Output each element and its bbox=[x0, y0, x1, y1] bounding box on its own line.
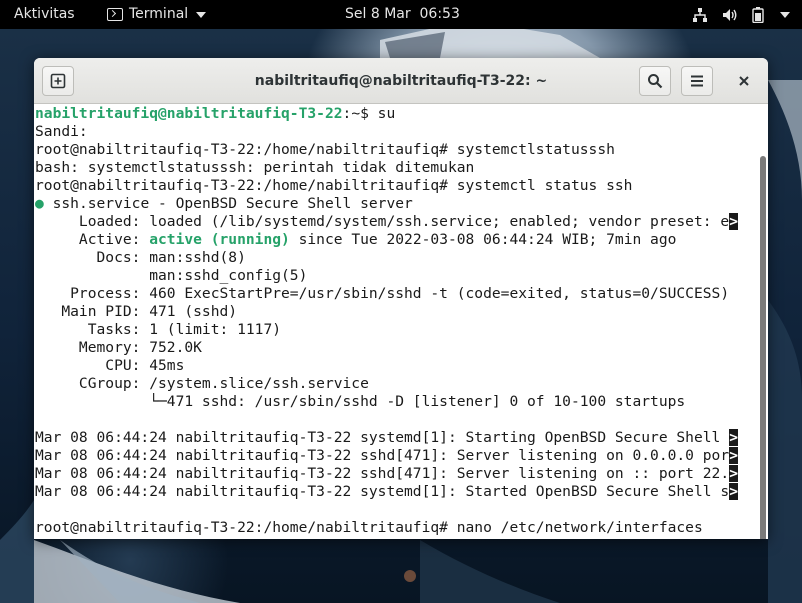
terminal-line: root@nabiltritaufiq-T3-22:/home/nabiltri… bbox=[35, 141, 615, 158]
top-bar: Aktivitas Terminal Sel 8 Mar 06:53 bbox=[0, 0, 802, 29]
log-text: Mar 08 06:44:24 nabiltritaufiq-T3-22 sys… bbox=[35, 429, 730, 446]
battery-icon bbox=[752, 6, 764, 23]
scrollbar[interactable] bbox=[760, 156, 766, 539]
app-menu-button[interactable]: Terminal bbox=[107, 0, 207, 29]
terminal-line: Loaded: loaded (/lib/systemd/system/ssh.… bbox=[35, 213, 755, 231]
volume-icon bbox=[723, 8, 737, 21]
terminal-output[interactable]: nabiltritaufiq@nabiltritaufiq-T3-22:~$ s… bbox=[34, 105, 768, 539]
hamburger-menu-icon bbox=[691, 75, 703, 87]
terminal-icon bbox=[107, 8, 123, 21]
truncation-marker: > bbox=[729, 447, 739, 464]
terminal-line: Active: active (running) since Tue 2022-… bbox=[35, 231, 755, 249]
terminal-line: Tasks: 1 (limit: 1117) bbox=[35, 321, 282, 338]
terminal-line: ● ssh.service - OpenBSD Secure Shell ser… bbox=[35, 195, 755, 213]
terminal-line: Mar 08 06:44:24 nabiltritaufiq-T3-22 sys… bbox=[35, 483, 755, 501]
chevron-down-icon bbox=[780, 11, 790, 18]
terminal-line: CGroup: /system.slice/ssh.service bbox=[35, 375, 369, 392]
truncation-marker: > bbox=[729, 483, 739, 500]
loaded-text: Loaded: loaded (/lib/systemd/system/ssh.… bbox=[35, 213, 730, 230]
search-icon bbox=[648, 74, 663, 89]
new-tab-icon bbox=[50, 73, 66, 89]
close-icon bbox=[739, 76, 749, 86]
new-tab-button[interactable] bbox=[42, 66, 74, 96]
terminal-window: nabiltritaufiq@nabiltritaufiq-T3-22: ~ n… bbox=[34, 58, 768, 539]
terminal-line: Mar 08 06:44:24 nabiltritaufiq-T3-22 ssh… bbox=[35, 465, 755, 483]
truncation-marker: > bbox=[729, 429, 739, 446]
terminal-line: man:sshd_config(5) bbox=[35, 267, 308, 284]
terminal-line: Mar 08 06:44:24 nabiltritaufiq-T3-22 sys… bbox=[35, 429, 755, 447]
terminal-line: Docs: man:sshd(8) bbox=[35, 249, 246, 266]
terminal-line: Main PID: 471 (sshd) bbox=[35, 303, 238, 320]
service-name: ssh.service - OpenBSD Secure Shell serve… bbox=[43, 195, 413, 212]
terminal-line: root@nabiltritaufiq-T3-22:/home/nabiltri… bbox=[35, 177, 633, 194]
prompt-user-host: nabiltritaufiq@nabiltritaufiq-T3-22 bbox=[35, 105, 343, 122]
log-text: Mar 08 06:44:24 nabiltritaufiq-T3-22 ssh… bbox=[35, 465, 730, 482]
terminal-line: Sandi: bbox=[35, 123, 88, 140]
terminal-line: Mar 08 06:44:24 nabiltritaufiq-T3-22 ssh… bbox=[35, 447, 755, 465]
truncation-marker: > bbox=[729, 465, 739, 482]
status-dot: ● bbox=[35, 195, 44, 212]
prompt-command: :~$ su bbox=[342, 105, 396, 122]
header-bar: nabiltritaufiq@nabiltritaufiq-T3-22: ~ bbox=[34, 58, 768, 104]
close-button[interactable] bbox=[728, 66, 760, 96]
terminal-line: CPU: 45ms bbox=[35, 357, 185, 374]
terminal-line: └─471 sshd: /usr/sbin/sshd -D [listener]… bbox=[35, 393, 686, 410]
network-icon bbox=[693, 7, 707, 22]
terminal-line: Memory: 752.0K bbox=[35, 339, 202, 356]
terminal-line: nabiltritaufiq@nabiltritaufiq-T3-22:~$ s… bbox=[35, 105, 755, 123]
system-tray[interactable] bbox=[692, 0, 790, 29]
log-text: Mar 08 06:44:24 nabiltritaufiq-T3-22 sys… bbox=[35, 483, 730, 500]
active-status: active (running) bbox=[149, 231, 290, 248]
terminal-line: bash: systemctlstatusssh: perintah tidak… bbox=[35, 159, 475, 176]
chevron-down-icon bbox=[196, 11, 207, 18]
activities-button[interactable]: Aktivitas bbox=[14, 0, 75, 29]
active-label: Active: bbox=[35, 231, 150, 248]
truncation-marker: > bbox=[729, 213, 739, 230]
search-button[interactable] bbox=[639, 66, 671, 96]
terminal-line: Process: 460 ExecStartPre=/usr/sbin/sshd… bbox=[35, 285, 730, 302]
app-menu-label: Terminal bbox=[129, 6, 189, 22]
log-text: Mar 08 06:44:24 nabiltritaufiq-T3-22 ssh… bbox=[35, 447, 730, 464]
terminal-line: root@nabiltritaufiq-T3-22:/home/nabiltri… bbox=[35, 519, 703, 536]
clock-button[interactable]: Sel 8 Mar 06:53 bbox=[345, 0, 460, 29]
menu-button[interactable] bbox=[681, 66, 713, 96]
active-since: since Tue 2022-03-08 06:44:24 WIB; 7min … bbox=[289, 231, 677, 248]
